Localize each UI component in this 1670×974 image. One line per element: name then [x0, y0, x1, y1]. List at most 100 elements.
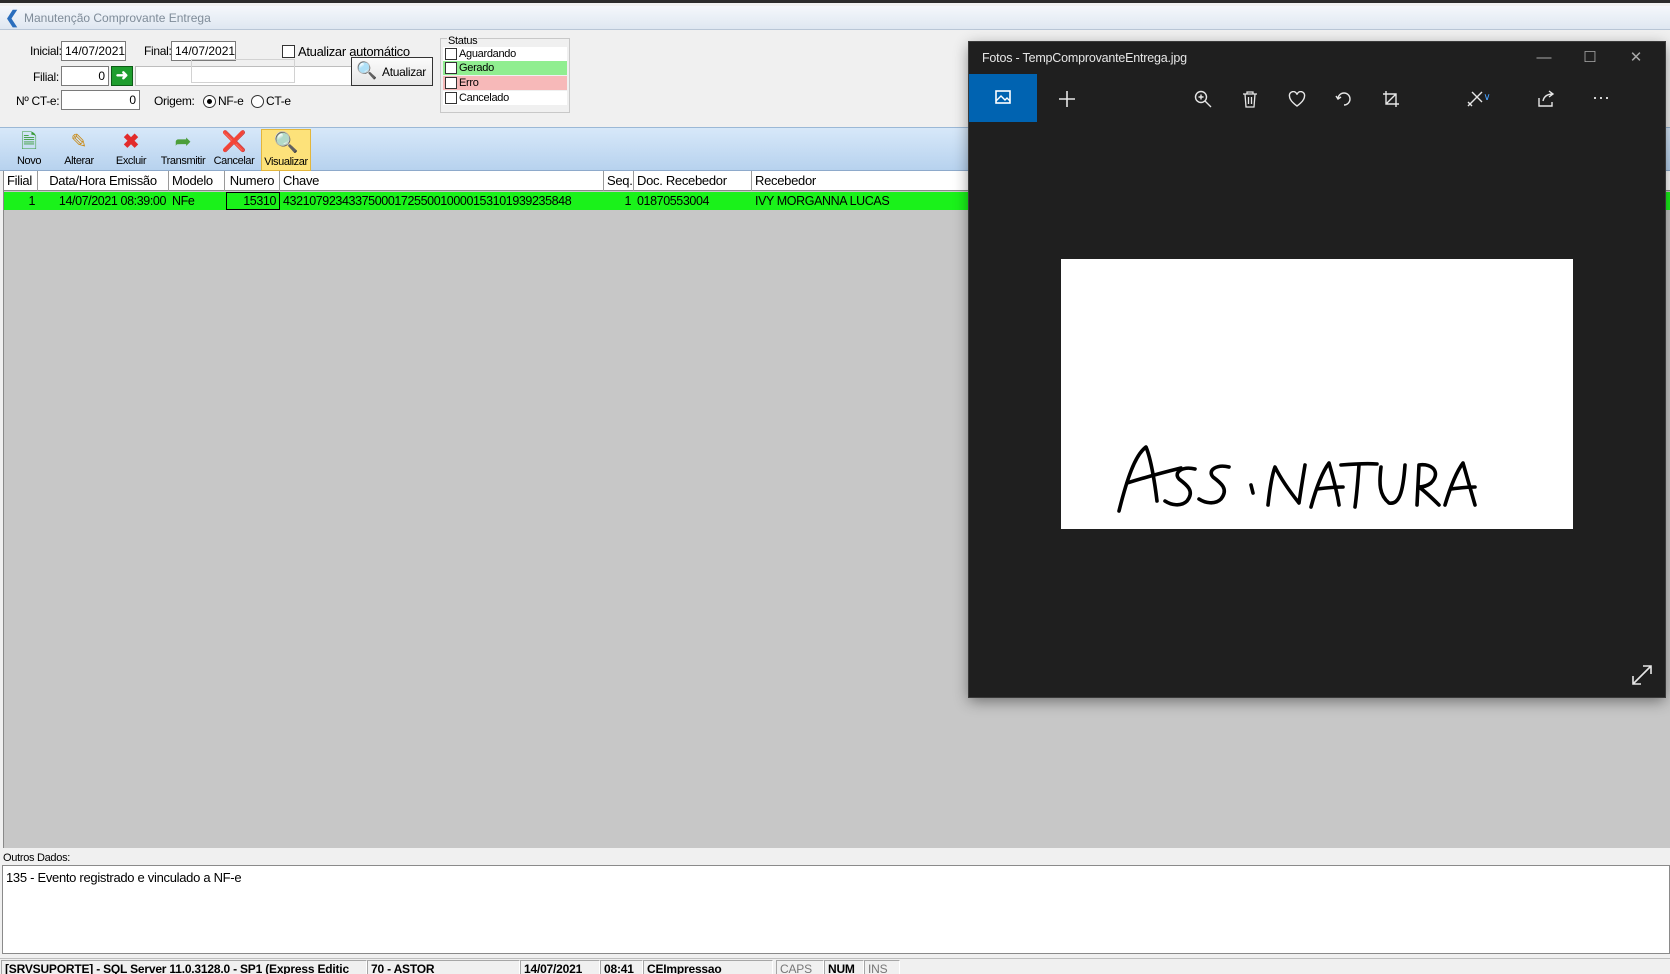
delete-x-icon: ✖ — [122, 131, 140, 153]
fullscreen-button[interactable] — [1629, 662, 1655, 688]
statusbar-time: 08:41 — [600, 960, 643, 974]
origem-cte-label: CT-e — [266, 94, 291, 108]
minimize-button[interactable]: — — [1521, 42, 1567, 74]
edit-dropdown[interactable]: ∨ — [1477, 74, 1497, 122]
cancel-button[interactable]: ❌ Cancelar — [209, 129, 259, 171]
share-icon — [1538, 90, 1555, 107]
back-arrow-icon[interactable]: ❮ — [5, 9, 19, 26]
new-button-label: Novo — [16, 155, 42, 167]
status-gerado[interactable]: Gerado — [443, 61, 567, 75]
other-data-memo[interactable]: 135 - Evento registrado e vinculado a NF… — [2, 865, 1670, 954]
inicial-label: Inicial: — [30, 44, 62, 58]
favorite-button[interactable] — [1277, 74, 1317, 122]
status-erro[interactable]: Erro — [443, 76, 567, 90]
origem-label: Origem: — [154, 94, 195, 108]
handwritten-signature — [1117, 445, 1477, 513]
app-title-bar: ❮ Manutenção Comprovante Entrega — [0, 6, 1670, 30]
arrow-right-icon: ➜ — [115, 67, 129, 84]
view-button[interactable]: 🔍 Visualizar — [261, 129, 311, 171]
cancel-circle-icon: ❌ — [221, 131, 247, 153]
crop-icon — [1383, 91, 1399, 108]
gallery-button[interactable] — [969, 74, 1037, 122]
ct-number-field[interactable]: 0 — [61, 90, 140, 110]
cell-recebedor: IVY MORGANNA LUCAS — [755, 194, 890, 208]
transmit-button-label: Transmitir — [160, 155, 206, 167]
cell-doc-recebedor: 01870553004 — [637, 194, 710, 208]
auto-update-checkbox[interactable] — [282, 45, 295, 58]
transmit-icon: ➦ — [174, 131, 192, 153]
statusbar-caps: CAPS — [776, 960, 824, 974]
col-modelo[interactable]: Modelo — [169, 171, 225, 191]
chevron-down-icon: ∨ — [1483, 92, 1491, 103]
close-button[interactable]: ✕ — [1613, 42, 1659, 74]
cell-seq: 1 — [624, 194, 631, 208]
statusbar-module: CEImpressao — [643, 960, 773, 974]
refresh-button[interactable]: 🔍 Atualizar — [351, 57, 433, 86]
col-doc-recebedor[interactable]: Doc. Recebedor — [634, 171, 752, 191]
cancel-button-label: Cancelar — [213, 155, 255, 167]
col-data-hora[interactable]: Data/Hora Emissão — [38, 171, 169, 191]
transmit-button[interactable]: ➦ Transmitir — [158, 129, 208, 171]
col-filial[interactable]: Filial — [4, 171, 38, 191]
more-options-button[interactable]: ⋯ — [1581, 74, 1621, 122]
view-button-label: Visualizar — [264, 156, 308, 168]
refresh-button-label: Atualizar — [382, 65, 426, 79]
status-gerado-checkbox[interactable] — [445, 62, 457, 74]
status-cancelado-label: Cancelado — [459, 92, 509, 104]
close-icon: ✕ — [1629, 49, 1643, 66]
zoom-in-icon — [1194, 91, 1212, 108]
final-date-field[interactable]: 14/07/2021 — [171, 41, 236, 61]
minimize-icon: — — [1536, 49, 1552, 66]
statusbar-date: 14/07/2021 — [520, 960, 600, 974]
cell-numero[interactable]: 15310 — [226, 192, 280, 210]
rotate-button[interactable] — [1324, 74, 1364, 122]
origem-radio-group — [191, 59, 295, 83]
statusbar-num: NUM — [824, 960, 864, 974]
app-title: Manutenção Comprovante Entrega — [24, 11, 211, 25]
cell-modelo: NFe — [172, 194, 195, 208]
trash-icon — [1243, 91, 1257, 108]
status-aguardando-label: Aguardando — [459, 48, 516, 60]
status-bar: [SRVSUPORTE] - SQL Server 11.0.3128.0 - … — [0, 958, 1670, 974]
status-cancelado[interactable]: Cancelado — [443, 91, 567, 105]
other-data-label: Outros Dados: — [3, 852, 71, 864]
edit-button[interactable]: ✎ Alterar — [54, 129, 104, 171]
col-chave[interactable]: Chave — [280, 171, 604, 191]
status-erro-label: Erro — [459, 77, 479, 89]
col-seq[interactable]: Seq. — [604, 171, 634, 191]
crop-button[interactable] — [1371, 74, 1411, 122]
plus-icon — [1059, 91, 1075, 108]
status-aguardando-checkbox[interactable] — [445, 48, 457, 60]
delete-button[interactable]: ✖ Excluir — [106, 129, 156, 171]
inicial-date-field[interactable]: 14/07/2021 — [61, 41, 126, 61]
signature-image — [1061, 259, 1573, 529]
ct-number-label: Nº CT-e: — [16, 94, 60, 108]
delete-photo-button[interactable] — [1230, 74, 1270, 122]
status-gerado-label: Gerado — [459, 62, 494, 74]
origem-cte-radio[interactable] — [251, 95, 264, 108]
statusbar-ins: INS — [864, 960, 900, 974]
delete-button-label: Excluir — [115, 155, 147, 167]
cell-filial: 1 — [28, 194, 35, 208]
zoom-button[interactable] — [1183, 74, 1223, 122]
filial-code-field[interactable]: 0 — [61, 66, 109, 86]
statusbar-server: [SRVSUPORTE] - SQL Server 11.0.3128.0 - … — [1, 960, 367, 974]
photos-viewer-window: Fotos - TempComprovanteEntrega.jpg — ☐ ✕ — [969, 42, 1665, 697]
status-aguardando[interactable]: Aguardando — [443, 47, 567, 61]
cell-data-hora: 14/07/2021 08:39:00 — [58, 194, 166, 208]
col-numero[interactable]: Numero — [225, 171, 280, 191]
expand-icon — [1632, 665, 1652, 685]
origem-nfe-radio[interactable] — [203, 95, 216, 108]
ellipsis-icon: ⋯ — [1592, 88, 1610, 108]
filial-lookup-button[interactable]: ➜ — [111, 66, 133, 86]
status-cancelado-checkbox[interactable] — [445, 92, 457, 104]
new-button[interactable]: 🗎 Novo — [4, 129, 54, 171]
maximize-button[interactable]: ☐ — [1567, 42, 1613, 74]
maximize-icon: ☐ — [1583, 49, 1597, 66]
share-button[interactable] — [1526, 74, 1566, 122]
col-recebedor[interactable]: Recebedor — [752, 171, 952, 191]
rotate-icon — [1335, 92, 1351, 106]
status-erro-checkbox[interactable] — [445, 77, 457, 89]
add-button[interactable] — [1047, 74, 1087, 122]
edit-button-label: Alterar — [64, 155, 94, 167]
